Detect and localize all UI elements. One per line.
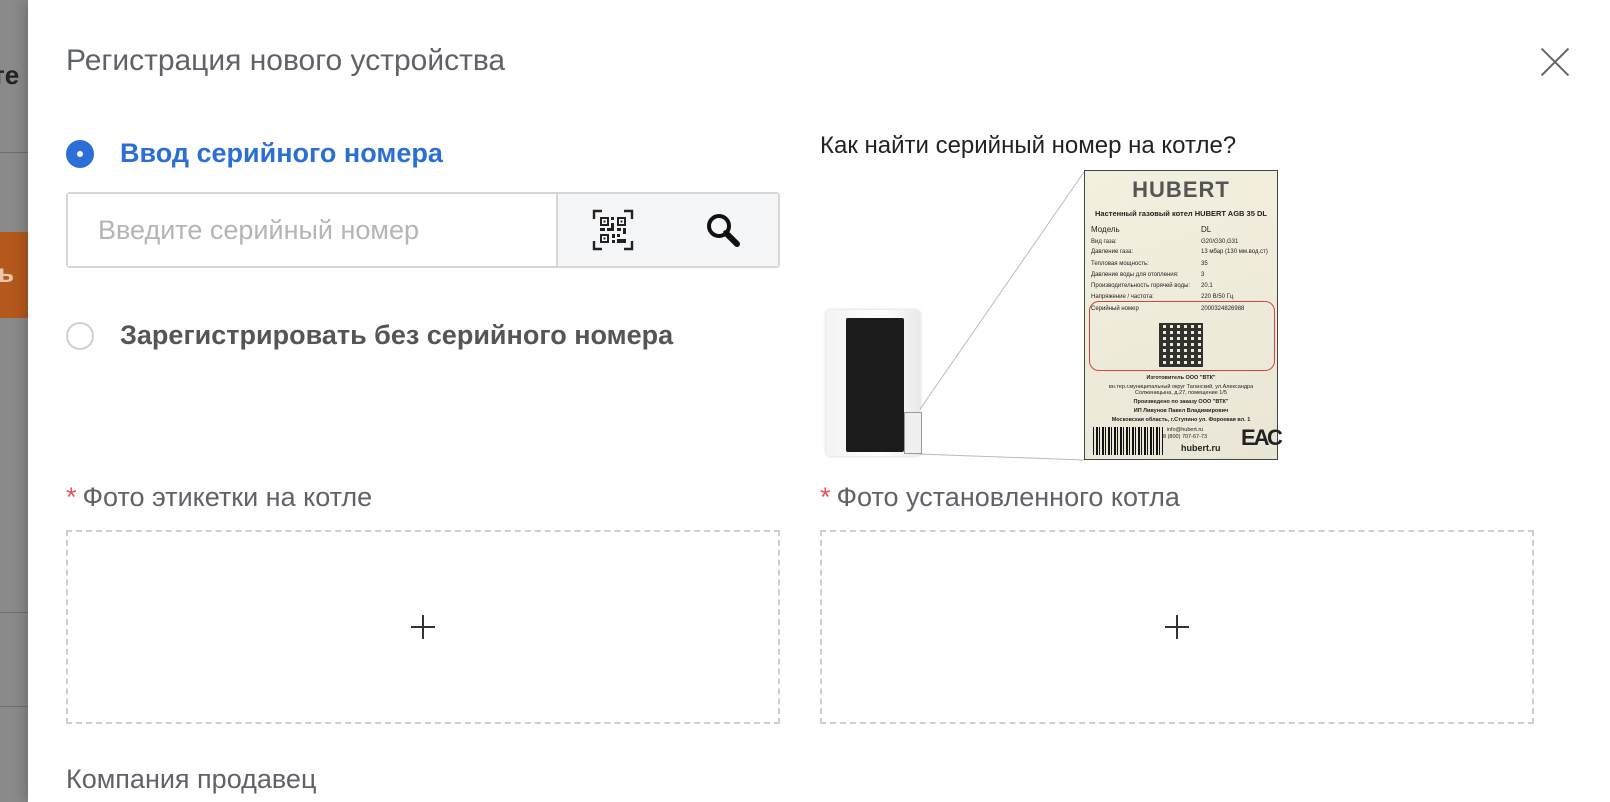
plate-ordered: Произведено по заказу ООО "ВТК" — [1133, 399, 1229, 405]
plate-serial-row: Серийный номер 2000324826988 — [1091, 306, 1245, 312]
rating-plate-image: HUBERT Настенный газовый котел HUBERT AG… — [1084, 170, 1283, 460]
plate-row: Давление воды для отопления: 3 — [1091, 272, 1205, 278]
background-divider — [0, 612, 28, 613]
label-photo-title: * Фото этикетки на котле — [66, 482, 372, 513]
installed-photo-text: Фото установленного котла — [836, 482, 1180, 512]
plate-row: Давление газа: 13 мбар (130 мм.вод.ст) — [1091, 249, 1268, 255]
plate-person: ИП Ливунов Павел Владимирович — [1133, 408, 1229, 414]
radio-serial-label[interactable]: Ввод серийного номера — [120, 138, 443, 169]
plus-icon — [1165, 615, 1189, 639]
eac-mark: ЕАС — [1241, 425, 1283, 450]
background-button-text: ь — [0, 258, 14, 288]
background-page: те ь — [0, 0, 28, 802]
plate-row: Вид газа: G20/G30,G31 — [1091, 239, 1239, 245]
plate-brand: HUBERT — [1132, 177, 1230, 202]
seller-company-label: Компания продавец — [66, 764, 317, 794]
background-divider — [0, 706, 28, 707]
radio-checked-icon[interactable] — [66, 139, 94, 168]
boiler-label-area — [904, 412, 922, 454]
plate-qr-code — [1159, 323, 1203, 367]
plate-model: Настенный газовый котел HUBERT AGB 35 DL — [1095, 209, 1267, 218]
plate-region: Московская область, г.Ступино ул. Фороев… — [1111, 417, 1251, 423]
plate-phone: 8 (800) 707-67-73 — [1162, 434, 1208, 440]
plate-address: вн.тер.г.муниципальный округ Таганский, … — [1108, 384, 1254, 396]
label-photo-upload[interactable] — [66, 530, 780, 724]
qr-code-icon — [592, 209, 634, 251]
required-mark: * — [820, 482, 831, 512]
serial-number-input[interactable] — [68, 194, 556, 266]
background-divider — [0, 152, 28, 153]
background-text: те — [0, 60, 20, 90]
drawer-title: Регистрация нового устройства — [66, 44, 506, 77]
serial-input-group — [66, 192, 780, 268]
plate-email: info@hubert.ru — [1166, 427, 1204, 433]
search-button[interactable] — [668, 194, 778, 266]
qr-scan-button[interactable] — [558, 194, 668, 266]
plate-row: Модель DL — [1091, 225, 1212, 234]
label-photo-text: Фото этикетки на котле — [82, 482, 373, 512]
plate-maker: Изготовитель ООО "ВТК" — [1146, 375, 1216, 381]
serial-location-illustration: HUBERT Настенный газовый котел HUBERT AG… — [820, 168, 1290, 468]
installed-photo-title: * Фото установленного котла — [820, 482, 1180, 513]
plate-row: Напряжение / частота: 220 В/50 Гц — [1091, 294, 1234, 300]
register-device-drawer: Регистрация нового устройства Ввод серий… — [28, 0, 1610, 802]
plus-icon — [411, 615, 435, 639]
serial-help-question: Как найти серийный номер на котле? — [820, 132, 1237, 159]
radio-unchecked-icon[interactable] — [66, 321, 94, 350]
boiler-front-panel — [846, 318, 904, 452]
plate-row: Производительность горячей воды: 20.1 — [1091, 283, 1213, 289]
radio-no-serial-label[interactable]: Зарегистрировать без серийного номера — [120, 320, 673, 351]
plate-site: hubert.ru — [1181, 443, 1221, 453]
serial-actions — [556, 194, 778, 266]
radio-serial-option[interactable]: Ввод серийного номера — [66, 138, 443, 169]
installed-photo-upload[interactable] — [820, 530, 1534, 724]
close-icon[interactable] — [1540, 47, 1570, 77]
boiler-image — [826, 310, 922, 456]
radio-no-serial-option[interactable]: Зарегистрировать без серийного номера — [66, 320, 673, 351]
required-mark: * — [66, 482, 77, 512]
search-icon — [707, 214, 740, 247]
plate-row: Тепловая мощность: 35 — [1091, 261, 1208, 267]
